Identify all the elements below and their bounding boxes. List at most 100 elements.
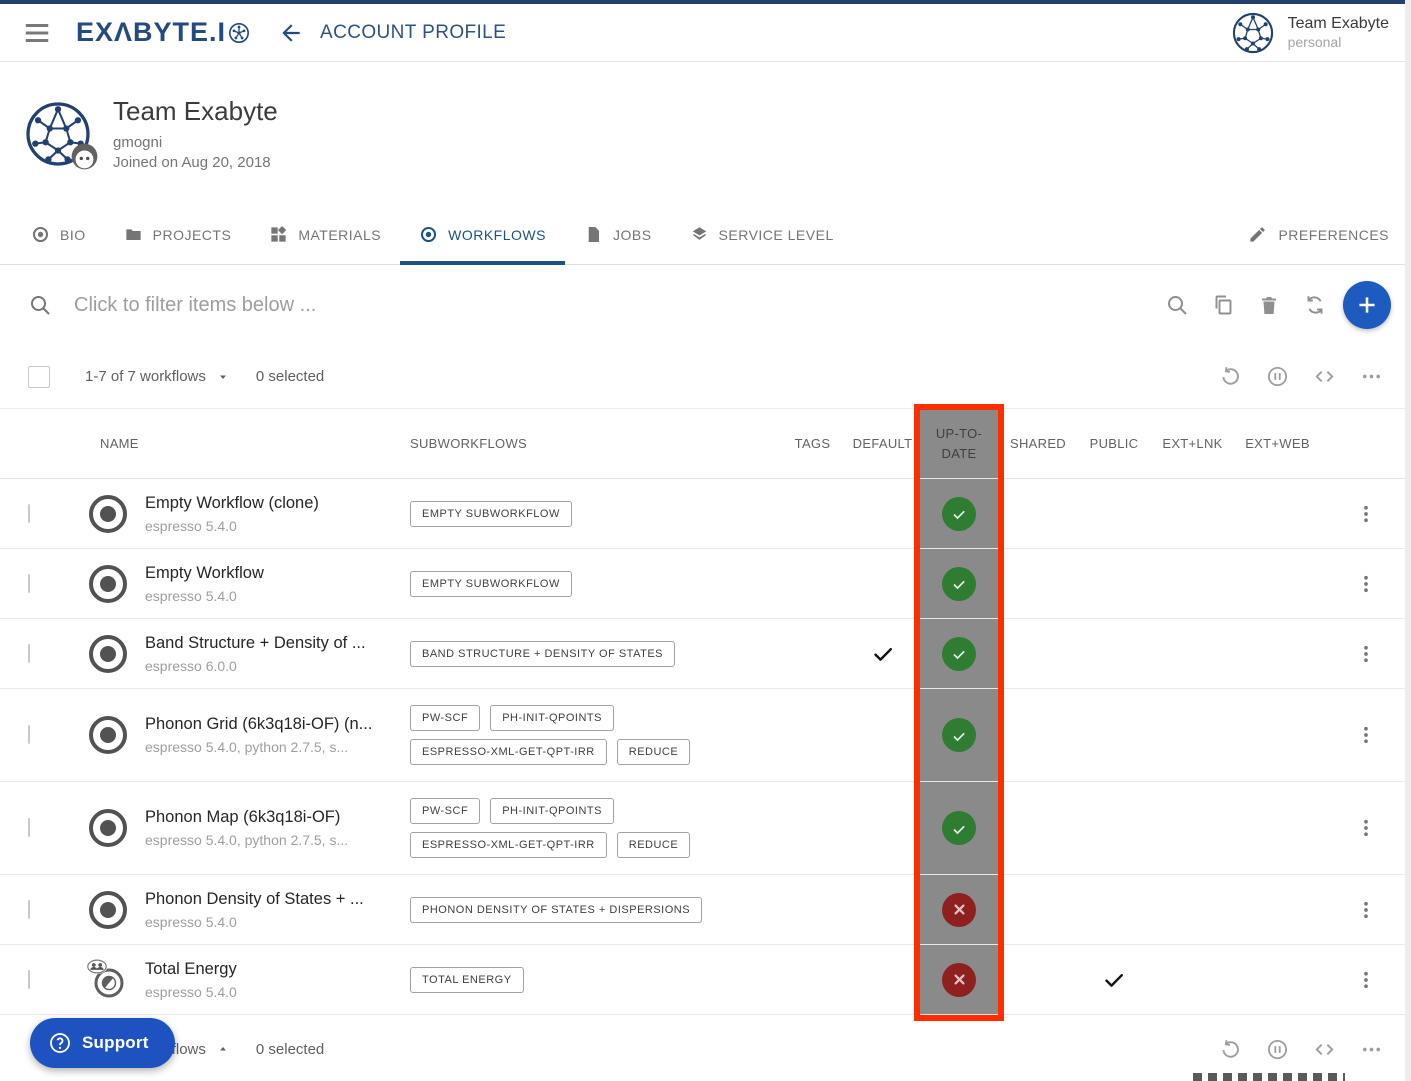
row-checkbox[interactable]	[28, 504, 30, 523]
ext-web-cell	[1235, 549, 1320, 618]
workflow-subtitle: espresso 5.4.0	[145, 588, 400, 604]
search-button[interactable]	[1165, 293, 1189, 317]
table-row: Empty Workflow (clone)espresso 5.4.0EMPT…	[0, 479, 1411, 549]
workflow-name[interactable]: Phonon Map (6k3q18i-OF)	[145, 808, 400, 827]
workflow-name-cell: Phonon Density of States + ...espresso 5…	[145, 890, 400, 930]
subworkflows-cell: PW-SCFPH-INIT-QPOINTS ESPRESSO-XML-GET-QP…	[400, 798, 780, 858]
subworkflow-chip: EMPTY SUBWORKFLOW	[410, 501, 572, 527]
shared-cell	[998, 945, 1078, 1014]
public-cell	[1078, 619, 1150, 688]
tab-bio[interactable]: BIO	[12, 205, 105, 264]
workflow-name[interactable]: Phonon Density of States + ...	[145, 890, 400, 909]
ext-lnk-cell	[1150, 619, 1235, 688]
row-menu-button[interactable]	[1355, 899, 1377, 921]
row-type-cell	[70, 495, 145, 533]
delete-button[interactable]	[1257, 293, 1281, 317]
layers-icon	[690, 225, 709, 244]
x-icon	[950, 900, 969, 919]
tab-workflows[interactable]: WORKFLOWS	[400, 205, 565, 264]
workflow-icon	[419, 225, 438, 244]
subworkflow-chip: TOTAL ENERGY	[410, 967, 524, 993]
tab-service-level[interactable]: SERVICE LEVEL	[671, 205, 853, 264]
workflow-name[interactable]: Band Structure + Density of ...	[145, 634, 400, 653]
row-menu-button[interactable]	[1355, 643, 1377, 665]
undo-icon	[1219, 365, 1242, 388]
workflow-name-cell: Total Energyespresso 5.4.0	[145, 960, 400, 1000]
preferences-button[interactable]: PREFERENCES	[1248, 205, 1399, 264]
row-checkbox-cell	[0, 819, 70, 837]
chip-line: ESPRESSO-XML-GET-QPT-IRRREDUCE	[410, 832, 770, 858]
row-type-cell	[70, 891, 145, 929]
black-check-icon	[871, 642, 895, 666]
scrollbar[interactable]	[1405, 0, 1411, 1081]
subworkflow-chip: BAND STRUCTURE + DENSITY OF STATES	[410, 641, 675, 667]
undo-icon	[1219, 1038, 1242, 1061]
chevron-up-icon	[216, 1042, 230, 1056]
chip-line: PW-SCFPH-INIT-QPOINTS	[410, 798, 770, 824]
workflow-name[interactable]: Empty Workflow	[145, 564, 400, 583]
workflow-icon	[89, 716, 127, 754]
select-all-checkbox[interactable]	[28, 366, 50, 388]
account-menu[interactable]: Team Exabyte personal	[1232, 12, 1389, 54]
subworkflows-cell: TOTAL ENERGY	[400, 967, 780, 993]
row-checkbox[interactable]	[28, 900, 30, 919]
tab-projects[interactable]: PROJECTS	[105, 205, 251, 264]
support-button[interactable]: Support	[30, 1018, 175, 1068]
brand-ball-icon	[228, 22, 250, 44]
row-checkbox[interactable]	[28, 818, 30, 837]
workflow-icon	[89, 635, 127, 673]
default-cell	[845, 689, 920, 781]
row-checkbox[interactable]	[28, 574, 30, 593]
table-row: Empty Workflowespresso 5.4.0EMPTY SUBWOR…	[0, 549, 1411, 619]
tags-cell	[780, 549, 845, 618]
workflow-name[interactable]: Empty Workflow (clone)	[145, 494, 400, 513]
row-checkbox[interactable]	[28, 970, 30, 989]
refresh-button[interactable]	[1303, 293, 1327, 317]
row-actions-cell	[1320, 549, 1411, 618]
copy-icon	[1211, 293, 1235, 317]
materials-icon	[269, 225, 288, 244]
chip-line: PW-SCFPH-INIT-QPOINTS	[410, 705, 770, 731]
clipped-text-fragment	[1193, 1073, 1345, 1081]
app-bar: EXΛBYTE.I ACCOUNT PROFILE	[0, 4, 1411, 62]
filter-input[interactable]	[72, 293, 1165, 318]
ext-web-cell	[1235, 479, 1320, 548]
pencil-icon	[1248, 225, 1267, 244]
workflow-name[interactable]: Total Energy	[145, 960, 400, 979]
row-menu-button[interactable]	[1355, 503, 1377, 525]
back-button[interactable]	[278, 20, 304, 46]
file-icon	[584, 225, 603, 244]
undo-button[interactable]	[1219, 365, 1242, 388]
subworkflows-cell: PHONON DENSITY OF STATES + DISPERSIONS	[400, 897, 780, 923]
pause-button[interactable]	[1266, 1038, 1289, 1061]
pause-button[interactable]	[1266, 365, 1289, 388]
row-checkbox-cell	[0, 726, 70, 744]
pagination-range-dropdown[interactable]: 1-7 of 7 workflows	[85, 368, 230, 385]
row-menu-button[interactable]	[1355, 724, 1377, 746]
row-menu-button[interactable]	[1355, 573, 1377, 595]
add-workflow-button[interactable]	[1343, 281, 1391, 329]
row-checkbox[interactable]	[28, 644, 30, 663]
code-button[interactable]	[1313, 365, 1336, 388]
tab-jobs[interactable]: JOBS	[565, 205, 671, 264]
copy-button[interactable]	[1211, 293, 1235, 317]
tags-cell	[780, 689, 845, 781]
tab-label: JOBS	[613, 227, 652, 243]
row-menu-button[interactable]	[1355, 969, 1377, 991]
up-to-date-cell	[920, 549, 998, 618]
more-vert-icon	[1355, 573, 1377, 595]
column-header-ext-lnk: EXT+LNK	[1150, 436, 1235, 451]
brand-logo[interactable]: EXΛBYTE.I	[76, 17, 250, 48]
status-x-icon	[942, 893, 976, 927]
undo-button[interactable]	[1219, 1038, 1242, 1061]
workflow-name[interactable]: Phonon Grid (6k3q18i-OF) (n...	[145, 715, 400, 734]
more-horiz-button[interactable]	[1360, 365, 1383, 388]
hamburger-menu-button[interactable]	[22, 20, 52, 46]
up-to-date-cell	[920, 619, 998, 688]
tab-materials[interactable]: MATERIALS	[250, 205, 400, 264]
row-checkbox[interactable]	[28, 725, 30, 744]
code-button[interactable]	[1313, 1038, 1336, 1061]
row-menu-button[interactable]	[1355, 817, 1377, 839]
row-actions-cell	[1320, 479, 1411, 548]
more-horiz-button[interactable]	[1360, 1038, 1383, 1061]
